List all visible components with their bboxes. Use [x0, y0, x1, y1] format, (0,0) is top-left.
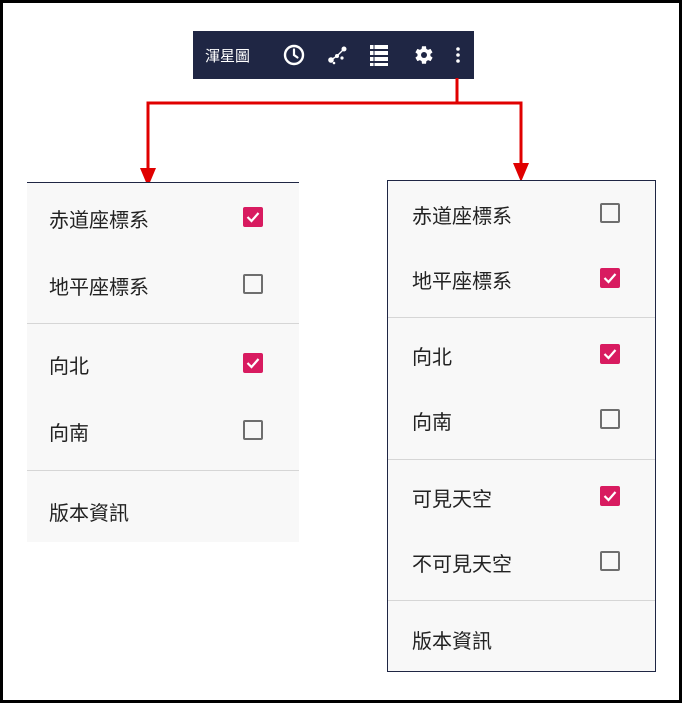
menu-item-label: 向南 [49, 421, 89, 445]
menu-item-label: 不可見天空 [412, 552, 512, 576]
menu-item-horizontal[interactable]: 地平座標系 [388, 253, 655, 305]
checkbox-unchecked[interactable] [600, 203, 620, 223]
menu-divider [388, 317, 655, 318]
gear-icon[interactable] [411, 43, 435, 67]
overflow-menu-left: 赤道座標系 地平座標系 向北 向南 版本資訊 [27, 182, 299, 542]
checkbox-unchecked[interactable] [243, 274, 263, 294]
checkbox-checked[interactable] [243, 207, 263, 227]
check-icon [246, 358, 260, 369]
menu-item-label: 版本資訊 [412, 629, 492, 653]
checkbox-unchecked[interactable] [243, 420, 263, 440]
app-title: 渾星圖 [205, 47, 251, 65]
menu-item-face-south[interactable]: 向南 [388, 394, 655, 446]
menu-item-label: 赤道座標系 [49, 208, 149, 232]
more-vert-icon[interactable] [446, 43, 470, 67]
menu-item-equatorial[interactable]: 赤道座標系 [27, 192, 299, 244]
overflow-menu-right: 赤道座標系 地平座標系 向北 向南 可見天空 不可見天空 版本資訊 [387, 180, 656, 672]
menu-item-label: 赤道座標系 [412, 204, 512, 228]
menu-item-label: 可見天空 [412, 487, 492, 511]
menu-divider [27, 470, 299, 471]
menu-item-label: 向北 [49, 354, 89, 378]
menu-item-equatorial[interactable]: 赤道座標系 [388, 188, 655, 240]
menu-item-face-north[interactable]: 向北 [388, 329, 655, 381]
menu-item-invisible-sky[interactable]: 不可見天空 [388, 536, 655, 588]
checkbox-checked[interactable] [600, 344, 620, 364]
menu-item-label: 地平座標系 [412, 269, 512, 293]
menu-divider [27, 323, 299, 324]
check-icon [603, 273, 617, 284]
checkbox-checked[interactable] [600, 268, 620, 288]
menu-item-version-info[interactable]: 版本資訊 [27, 485, 299, 537]
menu-item-face-north[interactable]: 向北 [27, 338, 299, 390]
menu-item-label: 版本資訊 [49, 501, 129, 525]
menu-item-label: 向南 [412, 410, 452, 434]
menu-item-horizontal[interactable]: 地平座標系 [27, 259, 299, 311]
constellation-icon[interactable] [326, 43, 350, 67]
clock-icon[interactable] [282, 43, 306, 67]
menu-item-visible-sky[interactable]: 可見天空 [388, 471, 655, 523]
menu-item-label: 向北 [412, 345, 452, 369]
menu-item-face-south[interactable]: 向南 [27, 405, 299, 457]
list-icon[interactable] [367, 43, 391, 67]
app-toolbar: 渾星圖 [193, 31, 474, 79]
check-icon [603, 349, 617, 360]
menu-item-version-info[interactable]: 版本資訊 [388, 613, 655, 665]
menu-item-label: 地平座標系 [49, 275, 149, 299]
menu-divider [388, 600, 655, 601]
check-icon [246, 212, 260, 223]
checkbox-checked[interactable] [600, 486, 620, 506]
menu-divider [388, 459, 655, 460]
checkbox-checked[interactable] [243, 353, 263, 373]
checkbox-unchecked[interactable] [600, 551, 620, 571]
check-icon [603, 491, 617, 502]
checkbox-unchecked[interactable] [600, 409, 620, 429]
